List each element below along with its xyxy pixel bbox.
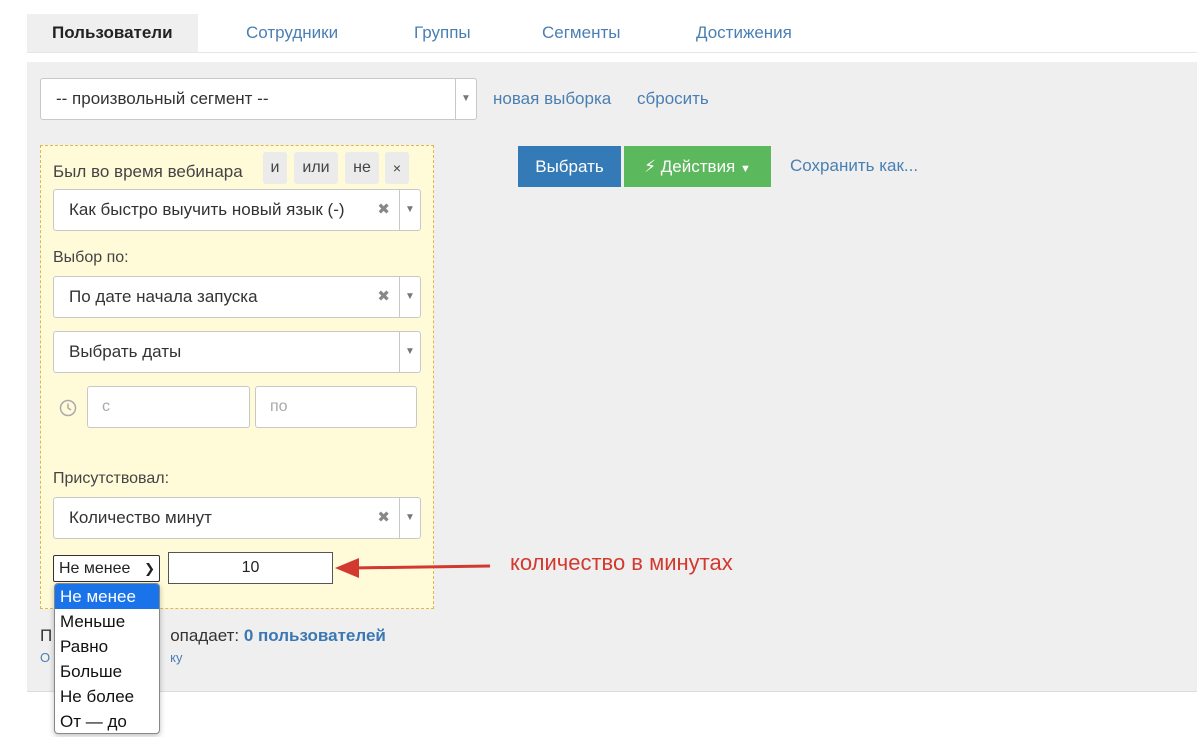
annotation-arrow [335,558,491,578]
option-greater[interactable]: Больше [55,659,159,684]
option-not-more[interactable]: Не более [55,684,159,709]
tab-groups[interactable]: Группы [414,14,471,52]
attended-select-value: Количество минут [69,508,212,527]
op-or-button[interactable]: или [294,152,338,184]
op-and-button[interactable]: и [263,152,287,184]
comparison-dropdown: Не менее Меньше Равно Больше Не более От… [54,583,160,734]
dates-select-value: Выбрать даты [69,342,182,361]
chevron-down-icon: ▼ [399,190,420,230]
new-selection-link[interactable]: новая выборка [493,89,611,109]
segment-select[interactable]: -- произвольный сегмент -- ▼ [40,78,477,120]
choose-by-select[interactable]: По дате начала запуска ✖ ▼ [53,276,421,318]
tab-bar: Пользователи Сотрудники Группы Сегменты … [27,14,1197,53]
chevron-down-icon: ▼ [455,79,476,119]
clear-icon[interactable]: ✖ [377,277,390,317]
chevron-down-icon: ▼ [399,277,420,317]
comparison-select-value: Не менее [59,560,131,577]
attended-select[interactable]: Количество минут ✖ ▼ [53,497,421,539]
option-equal[interactable]: Равно [55,634,159,659]
clock-icon [59,399,77,417]
chevron-down-icon: ▼ [399,332,420,372]
minutes-input[interactable]: 10 [168,552,333,584]
actions-button[interactable]: ⚡ Действия ▼ [624,146,771,187]
comparison-select[interactable]: Не менее ❯ [53,555,160,582]
choose-by-label: Выбор по: [53,249,129,266]
option-not-less[interactable]: Не менее [55,584,159,609]
chevron-down-icon: ▼ [399,498,420,538]
attended-label: Присутствовал: [53,470,170,487]
filter-title: Был во время вебинара [53,162,243,181]
tab-segments[interactable]: Сегменты [542,14,620,52]
clear-icon[interactable]: ✖ [377,498,390,538]
tab-employees[interactable]: Сотрудники [246,14,338,52]
clear-icon[interactable]: ✖ [377,190,390,230]
actions-button-label: Действия [660,157,736,176]
lightning-icon: ⚡ [644,157,657,176]
op-not-button[interactable]: не [345,152,379,184]
option-less[interactable]: Меньше [55,609,159,634]
date-to-input[interactable]: по [255,386,417,428]
reset-link[interactable]: сбросить [637,89,709,109]
webinar-select-value: Как быстро выучить новый язык (-) [69,200,345,219]
choose-by-select-value: По дате начала запуска [69,287,258,306]
remove-condition-button[interactable]: × [385,152,409,184]
save-as-link[interactable]: Сохранить как... [790,156,918,176]
tab-users[interactable]: Пользователи [27,14,198,52]
chevron-down-icon: ❯ [144,561,155,576]
date-from-input[interactable]: с [87,386,250,428]
select-button[interactable]: Выбрать [518,146,621,187]
option-range[interactable]: От — до [55,709,159,733]
caret-down-icon: ▼ [740,163,751,175]
webinar-select[interactable]: Как быстро выучить новый язык (-) ✖ ▼ [53,189,421,231]
tab-achievements[interactable]: Достижения [696,14,792,52]
annotation-text: количество в минутах [510,550,733,575]
match-count-link[interactable]: 0 пользователей [244,626,386,645]
segment-select-value: -- произвольный сегмент -- [56,89,269,108]
dates-select[interactable]: Выбрать даты ▼ [53,331,421,373]
